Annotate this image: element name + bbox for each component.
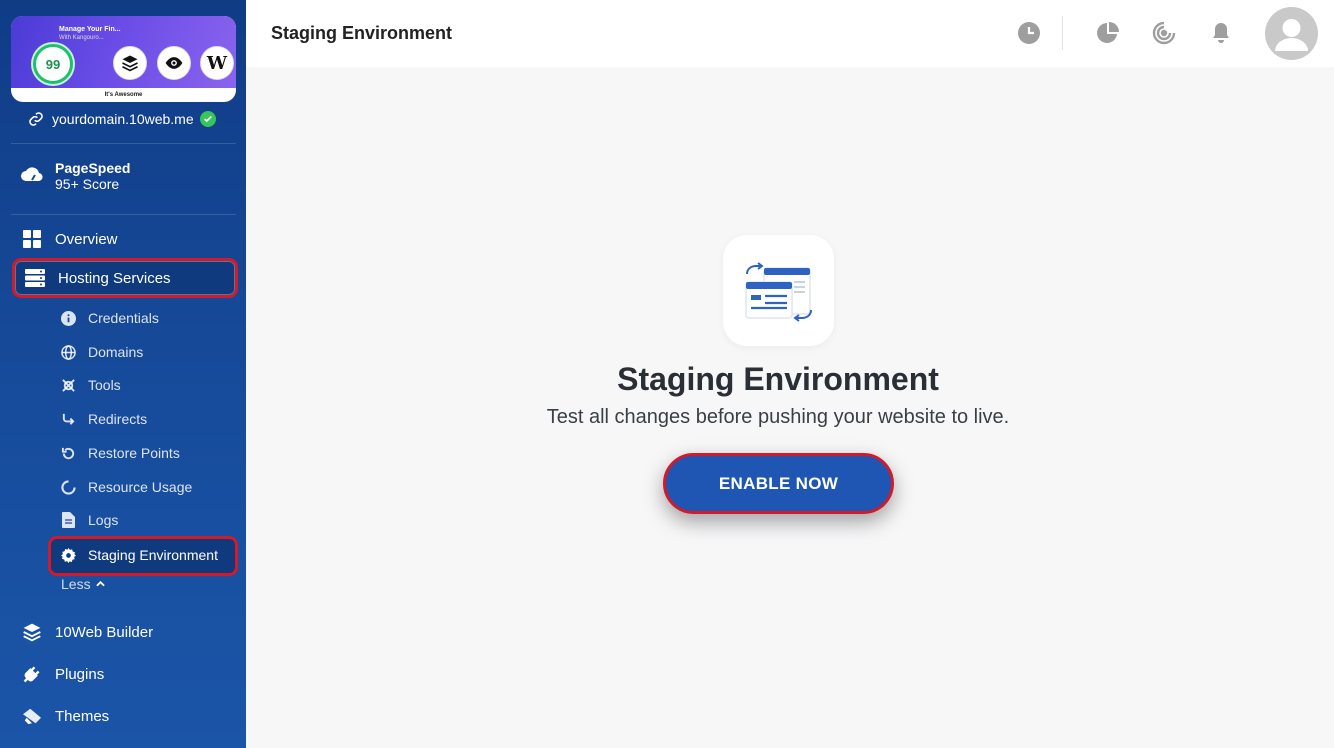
gear-icon — [60, 547, 76, 563]
verified-check-icon — [199, 111, 216, 127]
pagespeed-score: 95+ Score — [55, 176, 120, 192]
sidebar-item-label: Overview — [55, 230, 118, 248]
pagespeed-title: PageSpeed — [55, 160, 131, 176]
staging-environment-content[interactable]: Staging Environment — [60, 547, 218, 563]
wordpress-icon[interactable]: W — [200, 46, 234, 80]
layers-icon[interactable] — [113, 46, 147, 80]
sidebar-subitem-label: Domains — [88, 344, 144, 360]
gauge-icon — [60, 479, 76, 495]
sidebar-subitem-label: Credentials — [88, 310, 159, 326]
sidebar-subitem-redirects[interactable]: Redirects — [60, 411, 147, 427]
sidebar-divider — [11, 143, 236, 144]
bell-icon[interactable] — [1208, 20, 1234, 46]
sidebar-subitem-label: Logs — [88, 512, 119, 528]
sidebar-subitem-credentials[interactable]: Credentials — [60, 310, 159, 326]
staging-description: Test all changes before pushing your web… — [546, 406, 1010, 428]
sidebar-divider — [11, 214, 236, 215]
sidebar-subitem-label: Restore Points — [88, 445, 180, 461]
preview-subline: With Kangouro... — [59, 35, 104, 41]
cloud-speed-icon — [20, 165, 44, 188]
sidebar-item-label: Hosting Services — [58, 269, 171, 287]
plug-icon — [20, 664, 44, 684]
header-divider — [1062, 16, 1063, 50]
staging-illustration-icon — [723, 235, 834, 346]
enable-now-button[interactable]: ENABLE NOW — [663, 453, 894, 514]
sidebar-subitem-label: Staging Environment — [88, 547, 218, 563]
sidebar-subitem-label: Redirects — [88, 411, 148, 427]
sidebar-item-label: Plugins — [55, 665, 105, 683]
pagespeed-score-badge: 99 — [33, 44, 73, 84]
sidebar-subitem-label: Resource Usage — [88, 479, 193, 495]
globe-icon — [60, 344, 76, 360]
sidebar-subitem-label: Tools — [88, 377, 121, 393]
sidebar-subitem-restore-points[interactable]: Restore Points — [60, 445, 180, 461]
domain-text: yourdomain.10web.me — [52, 111, 194, 127]
paintbrush-icon — [20, 706, 44, 726]
redirect-icon — [60, 411, 76, 427]
server-icon — [23, 268, 47, 288]
site-preview[interactable]: Manage Your Fin... With Kangouro... It's… — [11, 16, 236, 102]
speed-gauge-icon[interactable] — [1151, 20, 1177, 46]
chevron-up-icon — [95, 581, 105, 587]
hosting-services-content[interactable]: Hosting Services — [23, 268, 171, 288]
sidebar-subitem-domains[interactable]: Domains — [60, 344, 143, 360]
eye-icon[interactable] — [157, 46, 191, 80]
sidebar-subitem-logs[interactable]: Logs — [60, 512, 118, 528]
info-icon — [60, 310, 76, 326]
preview-caption: It's Awesome — [104, 92, 143, 98]
sidebar-item-10web-builder[interactable]: 10Web Builder — [20, 622, 153, 642]
staging-heading: Staging Environment — [617, 361, 939, 397]
preview-headline: Manage Your Fin... — [59, 26, 121, 33]
pagespeed-item[interactable]: PageSpeed 95+ Score — [20, 160, 130, 192]
less-toggle[interactable]: Less — [61, 576, 105, 592]
site-domain[interactable]: yourdomain.10web.me — [28, 111, 216, 127]
sidebar-item-themes[interactable]: Themes — [20, 706, 109, 726]
page-title: Staging Environment — [271, 23, 453, 43]
tools-icon — [60, 377, 76, 393]
sidebar-item-overview[interactable]: Overview — [20, 229, 118, 249]
sidebar-item-label: 10Web Builder — [55, 623, 154, 641]
sidebar: Manage Your Fin... With Kangouro... It's… — [0, 0, 246, 748]
restore-icon — [60, 445, 76, 461]
sidebar-subitem-tools[interactable]: Tools — [60, 377, 121, 393]
sidebar-item-label: Themes — [55, 707, 110, 725]
grid-icon — [20, 229, 44, 249]
less-label: Less — [61, 576, 91, 592]
document-icon — [60, 512, 76, 528]
pie-chart-icon[interactable] — [1095, 20, 1121, 46]
avatar[interactable] — [1265, 7, 1318, 60]
sidebar-subitem-resource-usage[interactable]: Resource Usage — [60, 479, 192, 495]
top-header: Staging Environment — [246, 0, 1334, 67]
link-icon — [28, 111, 46, 127]
layers-icon — [20, 622, 44, 642]
sidebar-item-plugins[interactable]: Plugins — [20, 664, 104, 684]
clock-icon[interactable] — [1016, 20, 1042, 46]
